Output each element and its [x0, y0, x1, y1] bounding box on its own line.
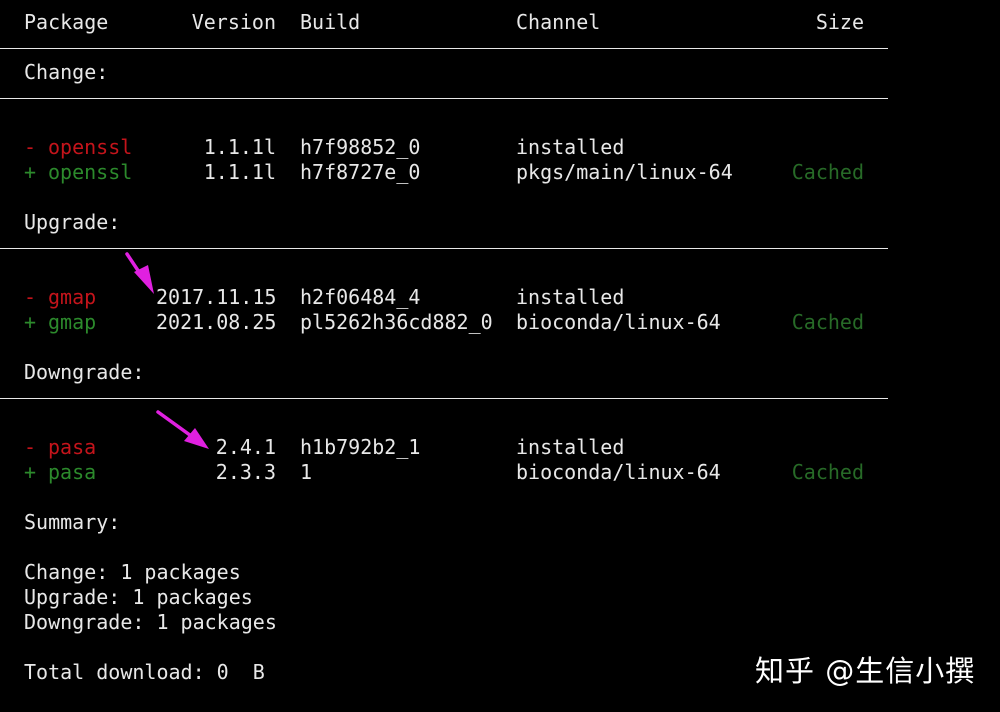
row-sign: +: [24, 160, 37, 184]
section-title-label: Change:: [24, 60, 109, 84]
row-version: 1.1.1l: [203, 135, 276, 159]
row-build: h7f8727e_0: [300, 160, 421, 184]
row-package: openssl: [48, 160, 133, 184]
section-title-label: Upgrade:: [24, 210, 121, 234]
table-row: + pasa 2.3.3 1 bioconda/linux-64 Cached: [0, 460, 864, 485]
row-version: 2021.08.25: [156, 310, 277, 334]
total-download: Total download: 0 B: [0, 660, 265, 685]
row-version: 1.1.1l: [203, 160, 276, 184]
summary-downgrade-label: Downgrade: 1 packages: [24, 610, 277, 634]
row-channel: installed: [516, 285, 625, 309]
table-row: + openssl 1.1.1l h7f8727e_0 pkgs/main/li…: [0, 160, 864, 185]
summary-change-label: Change: 1 packages: [24, 560, 241, 584]
row-channel: bioconda/linux-64: [516, 460, 721, 484]
row-sign: +: [24, 310, 37, 334]
row-build: h2f06484_4: [300, 285, 421, 309]
summary-title: Summary:: [0, 510, 120, 535]
row-version: 2017.11.15: [156, 285, 277, 309]
row-build: pl5262h36cd882_0: [300, 310, 493, 334]
row-package: openssl: [48, 135, 133, 159]
row-build: h7f98852_0: [300, 135, 421, 159]
row-size: Cached: [791, 460, 864, 484]
row-channel: installed: [516, 435, 625, 459]
row-size: Cached: [791, 160, 864, 184]
summary-title-label: Summary:: [24, 510, 121, 534]
arrow-icon: [125, 252, 154, 294]
divider: [0, 48, 888, 49]
table-row: - gmap 2017.11.15 h2f06484_4 installed: [0, 285, 624, 310]
section-title-change: Change:: [0, 60, 108, 85]
total-download-label: Total download: 0 B: [24, 660, 265, 684]
row-channel: installed: [516, 135, 625, 159]
table-header: Package Version Build Channel Size: [0, 10, 864, 35]
section-title-downgrade: Downgrade:: [0, 360, 144, 385]
row-build: h1b792b2_1: [300, 435, 421, 459]
table-row: - pasa 2.4.1 h1b792b2_1 installed: [0, 435, 624, 460]
row-sign: -: [24, 435, 37, 459]
summary-upgrade: Upgrade: 1 packages: [0, 585, 253, 610]
section-title-label: Downgrade:: [24, 360, 145, 384]
divider: [0, 398, 888, 399]
row-package: gmap: [48, 310, 97, 334]
row-sign: -: [24, 285, 37, 309]
header-version: Version: [191, 10, 276, 34]
row-package: pasa: [48, 435, 97, 459]
row-channel: bioconda/linux-64: [516, 310, 721, 334]
divider: [0, 98, 888, 99]
watermark: 知乎 @生信小撰: [755, 654, 976, 688]
header-channel: Channel: [516, 10, 601, 34]
header-size: Size: [815, 10, 864, 34]
summary-upgrade-label: Upgrade: 1 packages: [24, 585, 253, 609]
table-row: + gmap 2021.08.25 pl5262h36cd882_0 bioco…: [0, 310, 864, 335]
summary-downgrade: Downgrade: 1 packages: [0, 610, 277, 635]
row-sign: +: [24, 460, 37, 484]
summary-change: Change: 1 packages: [0, 560, 241, 585]
row-package: pasa: [48, 460, 97, 484]
row-sign: -: [24, 135, 37, 159]
row-build: 1: [300, 460, 313, 484]
row-package: gmap: [48, 285, 97, 309]
divider: [0, 248, 888, 249]
section-title-upgrade: Upgrade:: [0, 210, 120, 235]
row-channel: pkgs/main/linux-64: [516, 160, 733, 184]
row-version: 2.4.1: [215, 435, 276, 459]
row-version: 2.3.3: [215, 460, 276, 484]
row-size: Cached: [791, 310, 864, 334]
header-package: Package: [24, 10, 109, 34]
table-row: - openssl 1.1.1l h7f98852_0 installed: [0, 135, 624, 160]
header-build: Build: [300, 10, 361, 34]
